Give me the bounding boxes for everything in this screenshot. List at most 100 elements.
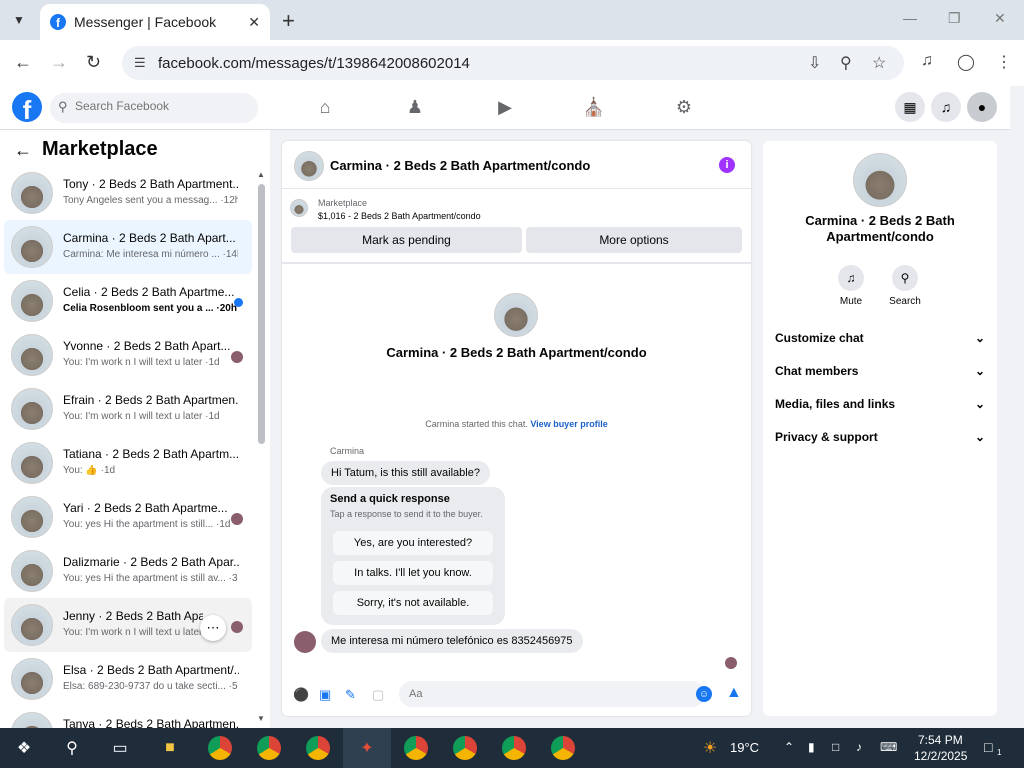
quick-response-option[interactable]: Yes, are you interested?: [333, 531, 493, 555]
chat-title[interactable]: Carmina · 2 Beds 2 Bath Apartment/condo: [330, 158, 590, 173]
gif-icon[interactable]: ▢: [372, 687, 384, 703]
site-settings-icon[interactable]: ☰: [134, 55, 146, 71]
clock-date[interactable]: 12/2/2025: [914, 749, 967, 763]
address-bar[interactable]: ☰ facebook.com/messages/t/13986420086020…: [122, 46, 904, 80]
scroll-up-icon[interactable]: ▲: [257, 170, 265, 179]
chrome-icon[interactable]: [306, 736, 330, 760]
conversation-item[interactable]: Efrain · 2 Beds 2 Bath Apartmen... You: …: [4, 382, 252, 436]
app-icon[interactable]: ✦: [355, 736, 379, 760]
close-window-icon[interactable]: ✕: [994, 10, 1006, 27]
more-options-button[interactable]: More options: [526, 227, 742, 253]
like-thumbs-up-icon[interactable]: ▲: [726, 684, 742, 702]
conversation-item[interactable]: Jenny · 2 Beds 2 Bath Apartm... You: I'm…: [4, 598, 252, 652]
friends-icon[interactable]: ♟: [404, 96, 426, 118]
weather-temp[interactable]: 19°C: [730, 740, 759, 755]
media-control-icon[interactable]: ♫: [921, 52, 933, 70]
weather-icon[interactable]: ☀: [698, 736, 722, 760]
conversation-item[interactable]: Celia · 2 Beds 2 Bath Apartme... Celia R…: [4, 274, 252, 328]
conversation-item-selected[interactable]: Carmina · 2 Beds 2 Bath Apart... Carmina…: [4, 220, 252, 274]
privacy-support-row[interactable]: Privacy & support ⌄: [775, 426, 985, 448]
windows-start-icon[interactable]: ❖: [12, 736, 36, 760]
unread-dot-icon: [234, 298, 243, 307]
marketplace-label: Marketplace: [318, 198, 368, 208]
facebook-logo-icon[interactable]: f: [12, 92, 42, 122]
chrome-icon[interactable]: [453, 736, 477, 760]
keyboard-icon[interactable]: ⌨: [880, 740, 897, 754]
clock-time[interactable]: 7:54 PM: [918, 733, 963, 747]
chat-profile-avatar: [494, 293, 538, 337]
tab-search-chevron-icon[interactable]: ▼: [6, 9, 32, 31]
battery-icon[interactable]: ▮: [808, 740, 815, 754]
mute-button[interactable]: ♫ Mute: [826, 265, 876, 307]
gaming-icon[interactable]: ⚙: [673, 96, 695, 118]
marketplace-icon[interactable]: ⛪: [583, 96, 605, 118]
back-arrow-icon[interactable]: ←: [14, 140, 32, 161]
search-label: Search: [889, 296, 921, 307]
sticker-icon[interactable]: ✎: [345, 687, 356, 703]
install-app-icon[interactable]: ⇩: [808, 53, 821, 73]
account-avatar-icon[interactable]: ●: [967, 92, 997, 122]
bookmark-star-icon[interactable]: ☆: [872, 53, 886, 73]
conversation-item[interactable]: Elsa · 2 Beds 2 Bath Apartment/... Elsa:…: [4, 652, 252, 706]
conversation-item[interactable]: Tony · 2 Beds 2 Bath Apartment... Tony A…: [4, 166, 252, 220]
conversation-item[interactable]: Tatiana · 2 Beds 2 Bath Apartm... You: 👍…: [4, 436, 252, 490]
emoji-icon[interactable]: ☺: [696, 686, 712, 702]
read-receipt-avatar: [231, 513, 243, 525]
minimize-icon[interactable]: —: [903, 10, 917, 26]
search-button[interactable]: ⚲ Search: [880, 265, 930, 307]
home-icon[interactable]: ⌂: [314, 96, 336, 118]
notifications-bell-icon[interactable]: ♫: [931, 92, 961, 122]
conversation-item[interactable]: Dalizmarie · 2 Beds 2 Bath Apar... You: …: [4, 544, 252, 598]
tab-close-icon[interactable]: ✕: [248, 14, 260, 31]
microphone-icon[interactable]: ⚫: [293, 687, 309, 703]
show-hidden-icons-icon[interactable]: ⌃: [784, 740, 794, 754]
maximize-icon[interactable]: ❐: [948, 10, 961, 27]
message-input[interactable]: [399, 681, 705, 707]
chrome-icon[interactable]: [257, 736, 281, 760]
browser-tab[interactable]: f Messenger | Facebook ✕: [40, 4, 270, 40]
network-icon[interactable]: □: [832, 740, 839, 754]
new-tab-button[interactable]: +: [282, 8, 295, 34]
conversation-item[interactable]: Yvonne · 2 Beds 2 Bath Apart... You: I'm…: [4, 328, 252, 382]
conversation-item[interactable]: Tanya · 2 Beds 2 Bath Apartmen...: [4, 706, 252, 728]
quick-response-option[interactable]: Sorry, it's not available.: [333, 591, 493, 615]
conversation-item[interactable]: Yari · 2 Beds 2 Bath Apartme... You: yes…: [4, 490, 252, 544]
chrome-icon[interactable]: [502, 736, 526, 760]
media-files-links-row[interactable]: Media, files and links ⌄: [775, 393, 985, 415]
reload-icon[interactable]: ↻: [86, 52, 101, 73]
info-icon[interactable]: i: [719, 157, 735, 173]
chat-avatar[interactable]: [294, 151, 324, 181]
chrome-icon[interactable]: [404, 736, 428, 760]
file-explorer-icon[interactable]: ■: [158, 736, 182, 760]
facebook-header: f ⚲ ⌂ ♟ ▶ ⛪ ⚙ ▦ ♫ ●: [0, 86, 1010, 130]
row-label: Media, files and links: [775, 397, 896, 411]
menu-grid-icon[interactable]: ▦: [895, 92, 925, 122]
forward-arrow-icon[interactable]: →: [50, 52, 68, 73]
quick-response-option[interactable]: In talks. I'll let you know.: [333, 561, 493, 585]
chrome-icon[interactable]: [208, 736, 232, 760]
chrome-icon[interactable]: [551, 736, 575, 760]
zoom-icon[interactable]: ⚲: [840, 53, 852, 73]
facebook-search[interactable]: ⚲: [50, 93, 258, 123]
chat-members-row[interactable]: Chat members ⌄: [775, 360, 985, 382]
url-text[interactable]: facebook.com/messages/t/1398642008602014: [158, 55, 470, 72]
customize-chat-row[interactable]: Customize chat ⌄: [775, 327, 985, 349]
scroll-thumb[interactable]: [258, 184, 265, 444]
video-icon[interactable]: ▶: [494, 96, 516, 118]
search-icon[interactable]: ⚲: [60, 736, 84, 760]
chrome-menu-icon[interactable]: ⋮: [996, 52, 1012, 72]
conversation-scrollbar[interactable]: ▲ ▼: [257, 170, 265, 725]
facebook-search-input[interactable]: [75, 99, 245, 113]
mark-as-pending-button[interactable]: Mark as pending: [291, 227, 522, 253]
notification-center-icon[interactable]: □: [984, 739, 992, 755]
photo-icon[interactable]: ▣: [319, 687, 331, 703]
volume-icon[interactable]: ♪: [856, 740, 862, 754]
more-options-icon[interactable]: ⋯: [200, 615, 226, 641]
task-view-icon[interactable]: ▭: [108, 736, 132, 760]
scroll-down-icon[interactable]: ▼: [257, 714, 265, 723]
view-buyer-profile-link[interactable]: View buyer profile: [530, 419, 607, 429]
back-arrow-icon[interactable]: ←: [14, 52, 32, 73]
page-scrollbar[interactable]: [1010, 86, 1024, 728]
profile-icon[interactable]: ◯: [957, 52, 975, 72]
conversation-preview: You: I'm work n I will text u later ·1d: [63, 411, 220, 422]
